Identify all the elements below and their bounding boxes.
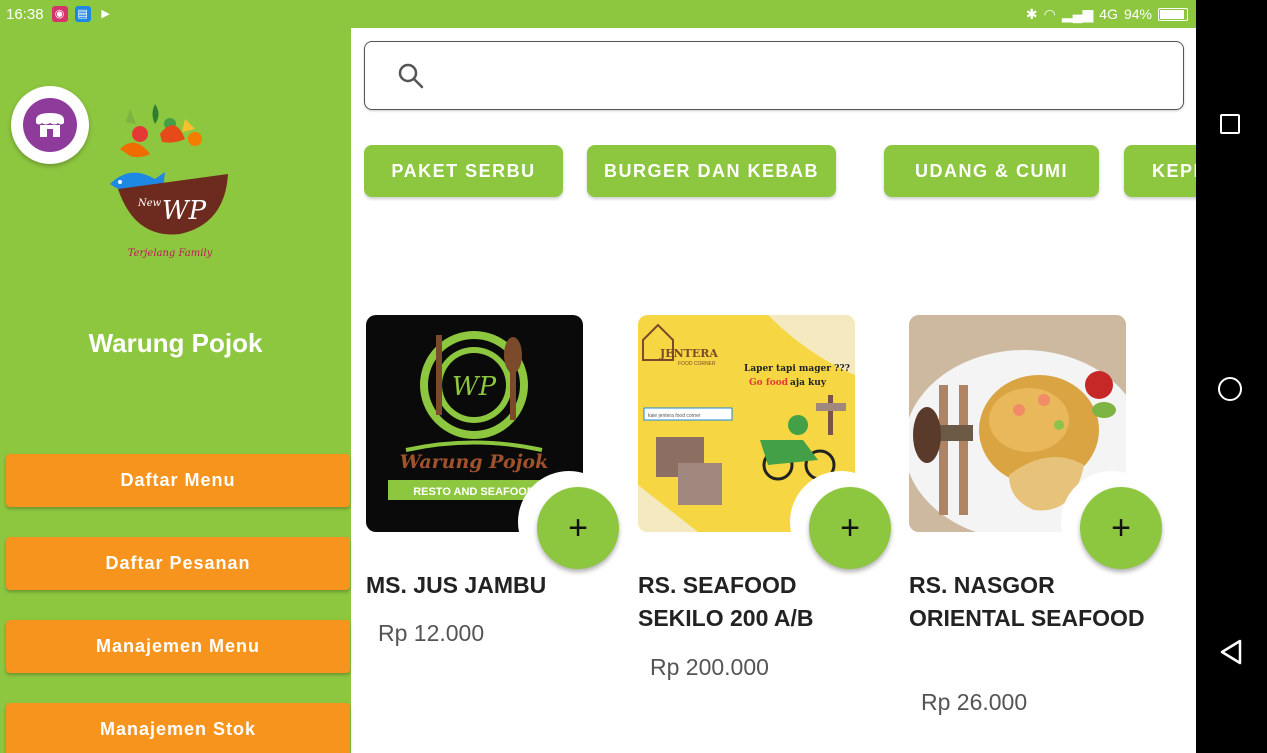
image-ribbon-text: RESTO AND SEAFOOD [413,486,535,498]
battery-icon [1158,7,1188,21]
battery-fill [1160,9,1185,19]
camera-notification-icon: ◉ [51,6,68,22]
signal-icon: ▂▄▆ [1061,5,1094,22]
image-logo-text: WP [452,372,497,402]
image-tagline-2b: aja kuy [790,378,827,388]
product-price: Rp 12.000 [378,620,485,646]
product-name: MS. JUS JAMBU [366,572,547,598]
category-udang-cumi[interactable]: UDANG & CUMI [884,145,1099,197]
daftar-menu-button[interactable]: Daftar Menu [6,454,350,507]
image-brand-sub: FOOD CORNER [678,361,716,367]
message-notification-icon: ▤ [74,6,91,22]
image-tagline-1: Laper tapi mager ??? [744,364,850,374]
product-price: Rp 200.000 [650,654,769,680]
category-list: PAKET SERBU BURGER DAN KEBAB UDANG & CUM… [364,145,1196,201]
status-time: 16:38 [6,5,44,23]
manajemen-stok-button[interactable]: Manajemen Stok [6,703,350,753]
logo-text: WP [162,196,207,226]
avatar[interactable] [11,86,89,164]
play-store-notification-icon: ▶ [101,8,110,20]
logo-tagline: Terjelang Family [128,248,213,259]
category-kepi[interactable]: KEPI [1124,145,1196,197]
recent-apps-icon[interactable] [1220,114,1240,134]
logo-tag: New [137,198,162,209]
battery-percent: 94% [1123,6,1152,22]
store-avatar-icon [23,98,77,152]
image-brand-text: JENTERA [659,347,718,360]
store-logo: WP New Terjelang Family [100,94,240,264]
add-to-cart-button[interactable]: + [537,487,619,569]
status-bar: 16:38 ◉ ▤ ▶ ✱ ◠ ▂▄▆ 4G 94% [0,0,1196,28]
store-name: Warung Pojok [88,328,263,358]
search-bar[interactable] [364,41,1184,110]
search-icon [398,63,424,89]
add-to-cart-button[interactable]: + [1080,487,1162,569]
bluetooth-icon: ✱ [1025,5,1038,22]
home-icon[interactable] [1218,377,1242,401]
search-input[interactable] [445,56,1165,96]
category-burger-dan-kebab[interactable]: BURGER DAN KEBAB [587,145,836,197]
network-type: 4G [1099,6,1118,22]
product-name: RS. NASGOR ORIENTAL SEAFOOD [909,572,1145,631]
sidebar: WP New Terjelang Family Warung Pojok Daf… [0,28,351,753]
wifi-icon: ◠ [1043,5,1056,22]
navigation-bar [1196,0,1267,753]
app-screen: 16:38 ◉ ▤ ▶ ✱ ◠ ▂▄▆ 4G 94% WP New Terjel… [0,0,1196,753]
daftar-pesanan-button[interactable]: Daftar Pesanan [6,537,350,590]
add-to-cart-button[interactable]: + [809,487,891,569]
product-price: Rp 26.000 [921,689,1028,715]
product-name: RS. SEAFOOD SEKILO 200 A/B [638,572,814,631]
manajemen-menu-button[interactable]: Manajemen Menu [6,620,350,673]
image-brand-text: Warung Pojok [400,451,549,473]
image-search-text: kaie jentera food corner [648,413,701,419]
back-icon[interactable] [1218,638,1244,666]
status-indicators: ✱ ◠ ▂▄▆ 4G 94% [1026,0,1188,28]
category-paket-serbu[interactable]: PAKET SERBU [364,145,563,197]
image-tagline-2a: Go food [749,378,789,388]
